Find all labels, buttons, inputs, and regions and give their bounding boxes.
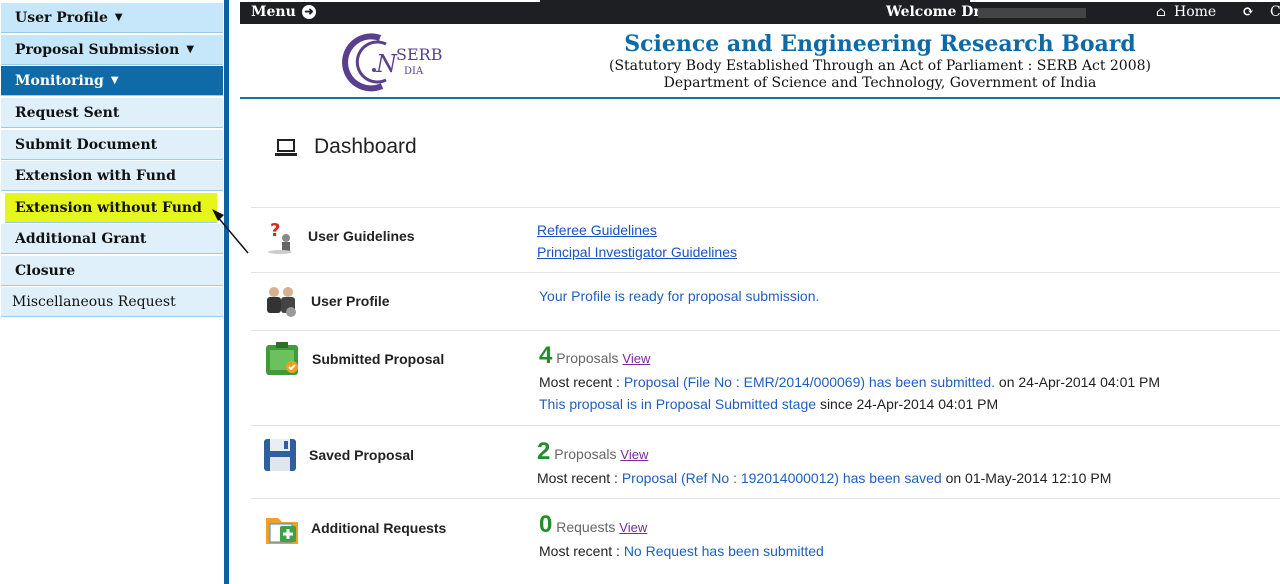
user-guidelines-label: User Guidelines (308, 228, 415, 244)
sidebar-item-label: Monitoring (15, 72, 104, 89)
sidebar-item-label: Closure (15, 262, 76, 279)
page-title: Dashboard (314, 135, 417, 158)
saved-summary: 2 Proposals View (537, 438, 648, 466)
sidebar-border[interactable] (224, 0, 229, 584)
recent-prefix: Most recent : (537, 470, 618, 486)
sidebar-item-label: Request Sent (15, 104, 120, 121)
header-divider (240, 97, 1280, 99)
guidelines-icon: ? (268, 220, 292, 254)
serb-logo: N SERB DIA (342, 33, 442, 92)
saved-unit: Proposals (554, 446, 617, 462)
additional-summary: 0 Requests View (539, 511, 647, 539)
logo-text-dia: DIA (404, 66, 424, 77)
clipboard-check-icon (266, 342, 298, 375)
submitted-stage-text: This proposal is in Proposal Submitted s… (539, 396, 817, 412)
divider (251, 498, 1280, 499)
additional-recent: Most recent : No Request has been submit… (539, 543, 824, 559)
users-icon (267, 287, 296, 317)
welcome-text: Welcome Dr. (886, 4, 985, 20)
svg-text:?: ? (270, 220, 280, 241)
recent-prefix: Most recent : (539, 374, 620, 390)
sidebar-item-request-sent[interactable]: Request Sent (1, 98, 223, 128)
additional-view-link[interactable]: View (619, 520, 647, 535)
divider (251, 330, 1280, 331)
pi-guidelines-link[interactable]: Principal Investigator Guidelines (537, 244, 737, 260)
caret-down-icon: ▼ (110, 75, 119, 86)
sidebar-item-extension-without-fund[interactable]: Extension without Fund (5, 193, 217, 223)
sidebar-item-miscellaneous-request[interactable]: Miscellaneous Request (1, 287, 223, 317)
redacted-name (978, 8, 1086, 18)
home-link[interactable]: Home (1174, 4, 1216, 20)
saved-count: 2 (537, 438, 551, 465)
sidebar-item-label: Miscellaneous Request (12, 293, 176, 310)
submitted-stage-date: since 24-Apr-2014 04:01 PM (819, 396, 999, 412)
save-disk-icon (264, 439, 296, 471)
refresh-icon[interactable]: ⟳ (1242, 4, 1254, 20)
site-subtitle-department: Department of Science and Technology, Go… (663, 75, 1097, 91)
laptop-icon (275, 139, 297, 156)
folder-add-icon (266, 518, 298, 544)
site-subtitle: (Statutory Body Established Through an A… (609, 58, 1151, 74)
sidebar-item-submit-document[interactable]: Submit Document (1, 130, 223, 160)
topbar-extra[interactable]: C (1270, 4, 1280, 20)
site-title: Science and Engineering Research Board (624, 31, 1136, 57)
sidebar-item-extension-with-fund[interactable]: Extension with Fund (1, 161, 223, 191)
divider (251, 207, 1280, 208)
additional-count: 0 (539, 511, 553, 538)
submitted-summary: 4 Proposals View (539, 342, 650, 370)
sidebar-item-additional-grant[interactable]: Additional Grant (1, 224, 223, 254)
user-profile-label: User Profile (311, 293, 390, 309)
saved-proposal-label: Saved Proposal (309, 447, 415, 463)
recent-prefix: Most recent : (539, 543, 620, 559)
menu-button[interactable]: Menu (251, 4, 296, 20)
divider (251, 272, 1280, 273)
submitted-stage: This proposal is in Proposal Submitted s… (539, 396, 998, 412)
arrow-right-icon[interactable]: ➜ (302, 5, 316, 19)
sidebar-item-monitoring[interactable]: Monitoring ▼ (1, 66, 223, 96)
caret-down-icon: ▼ (114, 12, 123, 23)
sidebar-item-proposal-submission[interactable]: Proposal Submission ▼ (1, 35, 223, 65)
submitted-unit: Proposals (556, 350, 619, 366)
sidebar: User Profile ▼ Proposal Submission ▼ Monit… (0, 0, 224, 584)
svg-text:N: N (375, 50, 398, 78)
sidebar-item-label: Additional Grant (15, 230, 147, 247)
caret-down-icon: ▼ (186, 44, 195, 55)
logo-text-serb: SERB (396, 45, 442, 64)
sidebar-item-label: User Profile (15, 9, 108, 26)
sidebar-item-label: Submit Document (15, 136, 158, 153)
submitted-count: 4 (539, 342, 553, 369)
cursor-arrow-icon (212, 209, 249, 254)
top-bar: Menu ➜ Welcome Dr. ⌂ Home ⟳ C (240, 2, 1280, 24)
submitted-recent: Most recent : Proposal (File No : EMR/20… (539, 374, 1160, 390)
submitted-proposal-label: Submitted Proposal (312, 351, 445, 367)
sidebar-item-user-profile[interactable]: User Profile ▼ (1, 3, 223, 33)
referee-guidelines-link[interactable]: Referee Guidelines (537, 222, 657, 238)
saved-view-link[interactable]: View (620, 447, 648, 462)
profile-status-text: Your Profile is ready for proposal submi… (539, 288, 820, 304)
submitted-recent-date: on 24-Apr-2014 04:01 PM (998, 374, 1161, 390)
sidebar-item-label: Proposal Submission (15, 41, 180, 58)
saved-recent: Most recent : Proposal (Ref No : 1920140… (537, 470, 1111, 486)
sidebar-item-label: Extension without Fund (15, 199, 202, 216)
sidebar-item-label: Extension with Fund (15, 167, 176, 184)
saved-recent-date: on 01-May-2014 12:10 PM (945, 470, 1112, 486)
additional-unit: Requests (556, 519, 616, 535)
home-icon[interactable]: ⌂ (1156, 5, 1166, 20)
additional-recent-link[interactable]: No Request has been submitted (624, 543, 824, 559)
divider (251, 425, 1280, 426)
additional-requests-label: Additional Requests (311, 520, 447, 536)
saved-recent-link[interactable]: Proposal (Ref No : 192014000012) has bee… (622, 470, 942, 486)
submitted-view-link[interactable]: View (622, 351, 650, 366)
sidebar-item-closure[interactable]: Closure (1, 256, 223, 286)
submitted-recent-link[interactable]: Proposal (File No : EMR/2014/000069) has… (624, 374, 995, 390)
